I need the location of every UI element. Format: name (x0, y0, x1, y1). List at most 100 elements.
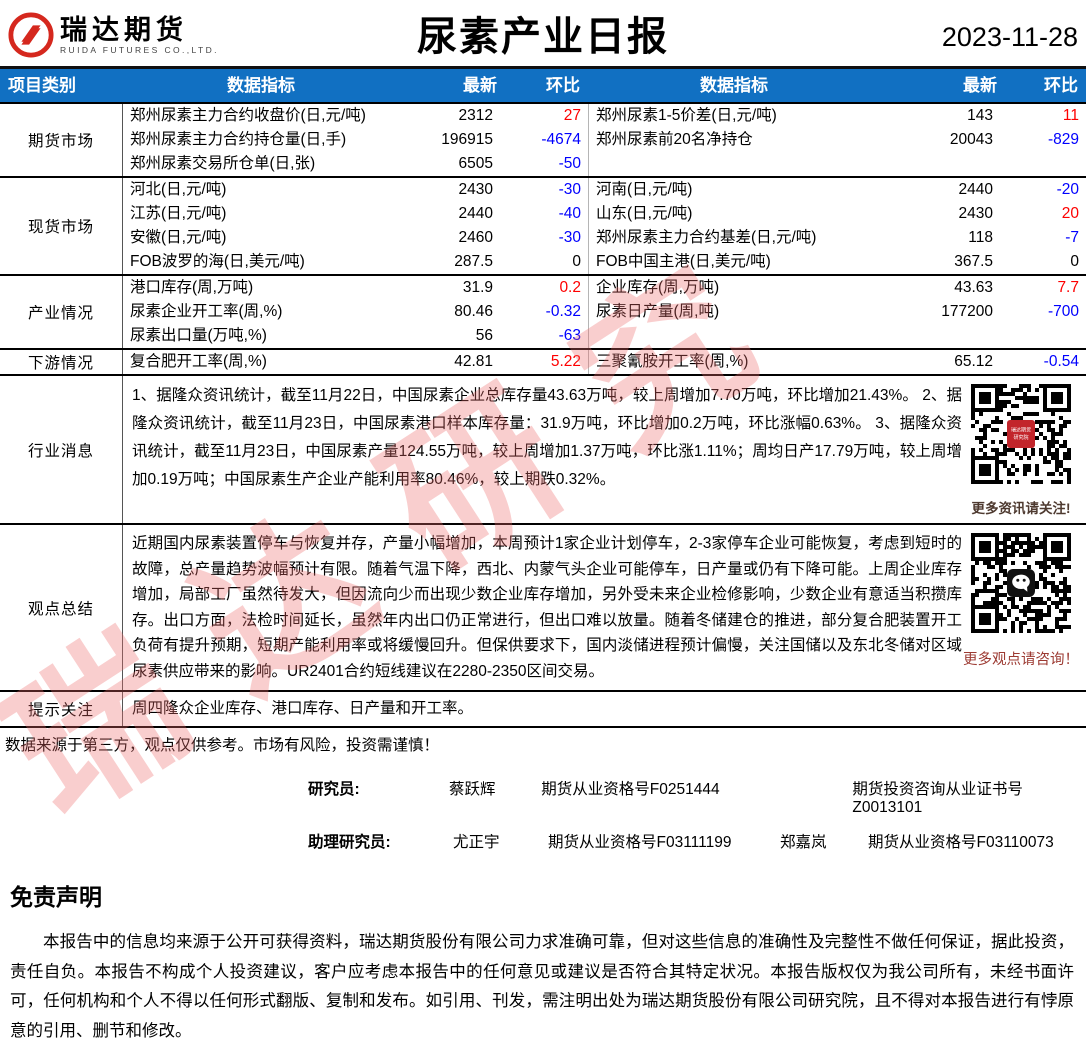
indicator-change: 0.2 (559, 279, 581, 296)
indicator-change: 7.7 (1057, 279, 1079, 296)
indicator-latest: 6505 (458, 155, 493, 172)
researcher-name: 尤正宇 (453, 834, 500, 851)
indicator-label: 河北(日,元/吨) (122, 178, 400, 202)
report-date: 2023-11-28 (941, 22, 1078, 52)
indicator-latest: 367.5 (954, 253, 993, 270)
disclaimer-title: 免责声明 (10, 884, 102, 910)
indicator-change: 11 (1062, 107, 1079, 124)
indicator-latest: 118 (968, 229, 993, 246)
indicator-label: 复合肥开工率(周,%) (122, 350, 400, 374)
researcher-cert2: 期货从业资格号F03110073 (868, 834, 1054, 851)
indicator-change: 5.22 (550, 353, 581, 370)
indicator-change: -700 (1047, 303, 1079, 320)
researcher-role: 助理研究员: (308, 834, 391, 851)
col-header-change-left: 环比 (546, 76, 580, 95)
indicator-latest: 196915 (441, 131, 493, 148)
table-header-row: 项目类别 数据指标 最新 环比 数据指标 最新 环比 (0, 69, 1086, 104)
indicator-label (588, 324, 880, 348)
category-label: 提示关注 (27, 702, 94, 719)
indicator-latest: 43.63 (954, 279, 993, 296)
svg-text:瑞达期货: 瑞达期货 (1011, 427, 1031, 434)
qr-code-news: 瑞达期货 研究院 (971, 384, 1071, 489)
risk-note: 数据来源于第三方，观点仅供参考。市场有风险，投资需谨慎！ (5, 737, 440, 754)
indicator-change: -20 (1056, 181, 1079, 198)
indicator-change: -40 (558, 205, 581, 222)
researcher-row: 助理研究员: 尤正宇 期货从业资格号F03111199 郑嘉岚 期货从业资格号F… (308, 830, 1086, 852)
category-label: 产业情况 (27, 305, 94, 322)
indicator-label: 河南(日,元/吨) (588, 178, 880, 202)
indicator-latest: 177200 (941, 303, 993, 320)
disclaimer-text: 本报告中的信息均来源于公开可获得资料，瑞达期货股份有限公司力求准确可靠，但对这些… (10, 933, 1074, 1040)
indicator-label: 郑州尿素前20名净持仓 (588, 128, 880, 152)
report-header: 瑞达期货 RUIDA FUTURES CO.,LTD. 尿素产业日报 2023-… (0, 0, 1086, 69)
table-section: 下游情况 复合肥开工率(周,%) 42.81 5.22 三聚氰胺开工率(周,%) 65.1… (0, 348, 1086, 374)
indicator-latest: 2312 (458, 107, 493, 124)
table-section: 产业情况 港口库存(周,万吨) 31.9 0.2 企业库存(周,万吨) 43.63 7.7 尿… (0, 274, 1086, 348)
col-header-category: 项目类别 (8, 76, 76, 95)
indicator-label: 港口库存(周,万吨) (122, 276, 400, 300)
indicator-label (588, 152, 880, 176)
section-viewpoint-summary: 观点总结 近期国内尿素装置停车与恢复并存，产量小幅增加，本周预计1家企业计划停车… (0, 523, 1086, 690)
researcher-row: 研究员: 蔡跃辉 期货从业资格号F0251444 期货投资咨询从业证书号Z001… (308, 777, 1086, 817)
indicator-change: 20 (1061, 205, 1079, 222)
indicator-latest: 80.46 (454, 303, 493, 320)
category-label: 期货市场 (27, 133, 94, 150)
section-industry-news: 行业消息 1、据隆众资讯统计，截至11月22日，中国尿素企业总库存量43.63万… (0, 374, 1086, 523)
qr-news-caption: 更多资讯请关注! (971, 501, 1071, 516)
indicator-change: 0 (1070, 253, 1079, 270)
col-header-indicator-left: 数据指标 (227, 76, 295, 95)
indicator-latest: 2430 (958, 205, 993, 222)
researcher-role: 研究员: (308, 781, 360, 798)
col-header-indicator-right: 数据指标 (700, 76, 768, 95)
qr-views-caption: 更多观点请咨询！ (963, 652, 1079, 668)
section-reminder: 提示关注 周四隆众企业库存、港口库存、日产量和开工率。 (0, 690, 1086, 728)
reminder-text: 周四隆众企业库存、港口库存、日产量和开工率。 (122, 692, 1086, 726)
researcher-cert2: 期货投资咨询从业证书号Z0013101 (852, 781, 1023, 816)
indicator-latest: 56 (475, 327, 493, 344)
researcher-cert: 期货从业资格号F03111199 (548, 834, 732, 851)
category-label: 观点总结 (27, 600, 94, 618)
report-title: 尿素产业日报 (417, 15, 669, 59)
indicator-label: 江苏(日,元/吨) (122, 202, 400, 226)
indicator-label: 尿素日产量(周,吨) (588, 300, 880, 324)
researchers-block: 研究员: 蔡跃辉 期货从业资格号F0251444 期货投资咨询从业证书号Z001… (308, 777, 1086, 852)
indicator-label: 尿素企业开工率(周,%) (122, 300, 400, 324)
indicator-change: -4674 (541, 131, 581, 148)
category-label: 下游情况 (27, 355, 94, 372)
table-section: 期货市场 郑州尿素主力合约收盘价(日,元/吨) 2312 27 郑州尿素1-5价差(日,… (0, 104, 1086, 176)
indicator-label: 郑州尿素主力合约持仓量(日,手) (122, 128, 400, 152)
indicator-change: -7 (1065, 229, 1079, 246)
indicator-latest (880, 152, 1005, 176)
indicator-label: 安徽(日,元/吨) (122, 226, 400, 250)
researcher-name2 (767, 777, 853, 817)
indicator-label: 企业库存(周,万吨) (588, 276, 880, 300)
col-header-change-right: 环比 (1044, 76, 1078, 95)
svg-text:研究院: 研究院 (1013, 434, 1028, 441)
indicator-label: 郑州尿素交易所仓单(日,张) (122, 152, 400, 176)
indicator-label: 尿素出口量(万吨,%) (122, 324, 400, 348)
category-label: 行业消息 (27, 442, 94, 460)
indicator-change (1005, 324, 1086, 348)
indicator-label: 三聚氰胺开工率(周,%) (588, 350, 880, 374)
indicator-change: -829 (1047, 131, 1079, 148)
researcher-name: 蔡跃辉 (448, 781, 496, 798)
category-label: 现货市场 (27, 219, 94, 236)
industry-news-text: 1、据隆众资讯统计，截至11月22日，中国尿素企业总库存量43.63万吨，较上周… (132, 387, 962, 488)
indicator-label: FOB中国主港(日,美元/吨) (588, 250, 880, 274)
indicator-change: -30 (558, 229, 581, 246)
indicator-latest: 65.12 (954, 353, 993, 370)
indicator-latest (880, 324, 1005, 348)
indicator-change: -30 (558, 181, 581, 198)
indicator-latest: 31.9 (462, 279, 493, 296)
indicator-change (1005, 152, 1086, 176)
indicator-label: 郑州尿素主力合约基差(日,元/吨) (588, 226, 880, 250)
indicator-change: -63 (558, 327, 581, 344)
indicator-latest: 2440 (958, 181, 993, 198)
indicator-latest: 2440 (458, 205, 493, 222)
indicator-latest: 20043 (949, 131, 993, 148)
indicator-label: 山东(日,元/吨) (588, 202, 880, 226)
col-header-latest-left: 最新 (463, 76, 497, 95)
indicator-change: 27 (563, 107, 581, 124)
col-header-latest-right: 最新 (963, 76, 997, 95)
indicator-latest: 143 (967, 107, 993, 124)
